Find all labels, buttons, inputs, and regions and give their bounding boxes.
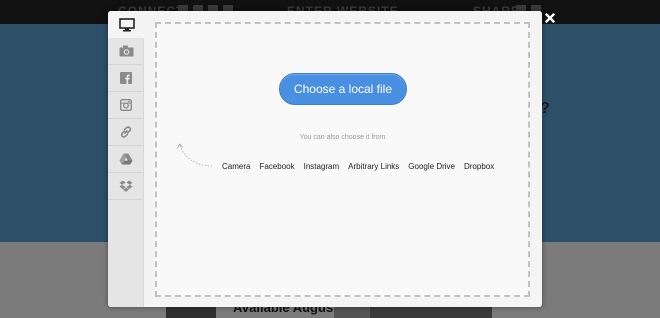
close-button[interactable] (543, 11, 557, 25)
source-sidebar (108, 11, 145, 307)
sidebar-item-instagram[interactable] (108, 92, 144, 119)
google-drive-icon (119, 153, 133, 165)
source-link-camera[interactable]: Camera (222, 162, 250, 171)
background-card (334, 306, 370, 318)
source-link-instagram[interactable]: Instagram (304, 162, 340, 171)
background-card (166, 306, 216, 318)
picker-content: Choose a local file You can also choose … (144, 11, 542, 307)
background-card (370, 306, 492, 318)
drop-zone[interactable]: Choose a local file You can also choose … (155, 22, 530, 297)
close-icon (545, 13, 555, 23)
source-link-arbitrary-links[interactable]: Arbitrary Links (348, 162, 399, 171)
sidebar-item-computer[interactable] (108, 11, 145, 38)
sidebar-item-dropbox[interactable] (108, 173, 144, 200)
file-picker-modal: Choose a local file You can also choose … (108, 11, 542, 307)
sidebar-item-facebook[interactable] (108, 65, 144, 92)
source-link-dropbox[interactable]: Dropbox (464, 162, 494, 171)
source-link-google-drive[interactable]: Google Drive (408, 162, 455, 171)
curved-arrow-icon (177, 143, 213, 167)
sidebar-item-camera[interactable] (108, 38, 144, 65)
link-icon (120, 126, 132, 138)
sidebar-item-links[interactable] (108, 119, 144, 146)
monitor-icon (118, 17, 135, 31)
sidebar-item-google-drive[interactable] (108, 146, 144, 173)
facebook-icon (120, 72, 132, 84)
choose-local-file-button[interactable]: Choose a local file (279, 73, 407, 105)
instagram-icon (120, 99, 132, 111)
camera-icon (119, 45, 133, 57)
source-links: Camera Facebook Instagram Arbitrary Link… (222, 162, 503, 171)
dropbox-icon (119, 180, 133, 192)
source-link-facebook[interactable]: Facebook (259, 162, 294, 171)
